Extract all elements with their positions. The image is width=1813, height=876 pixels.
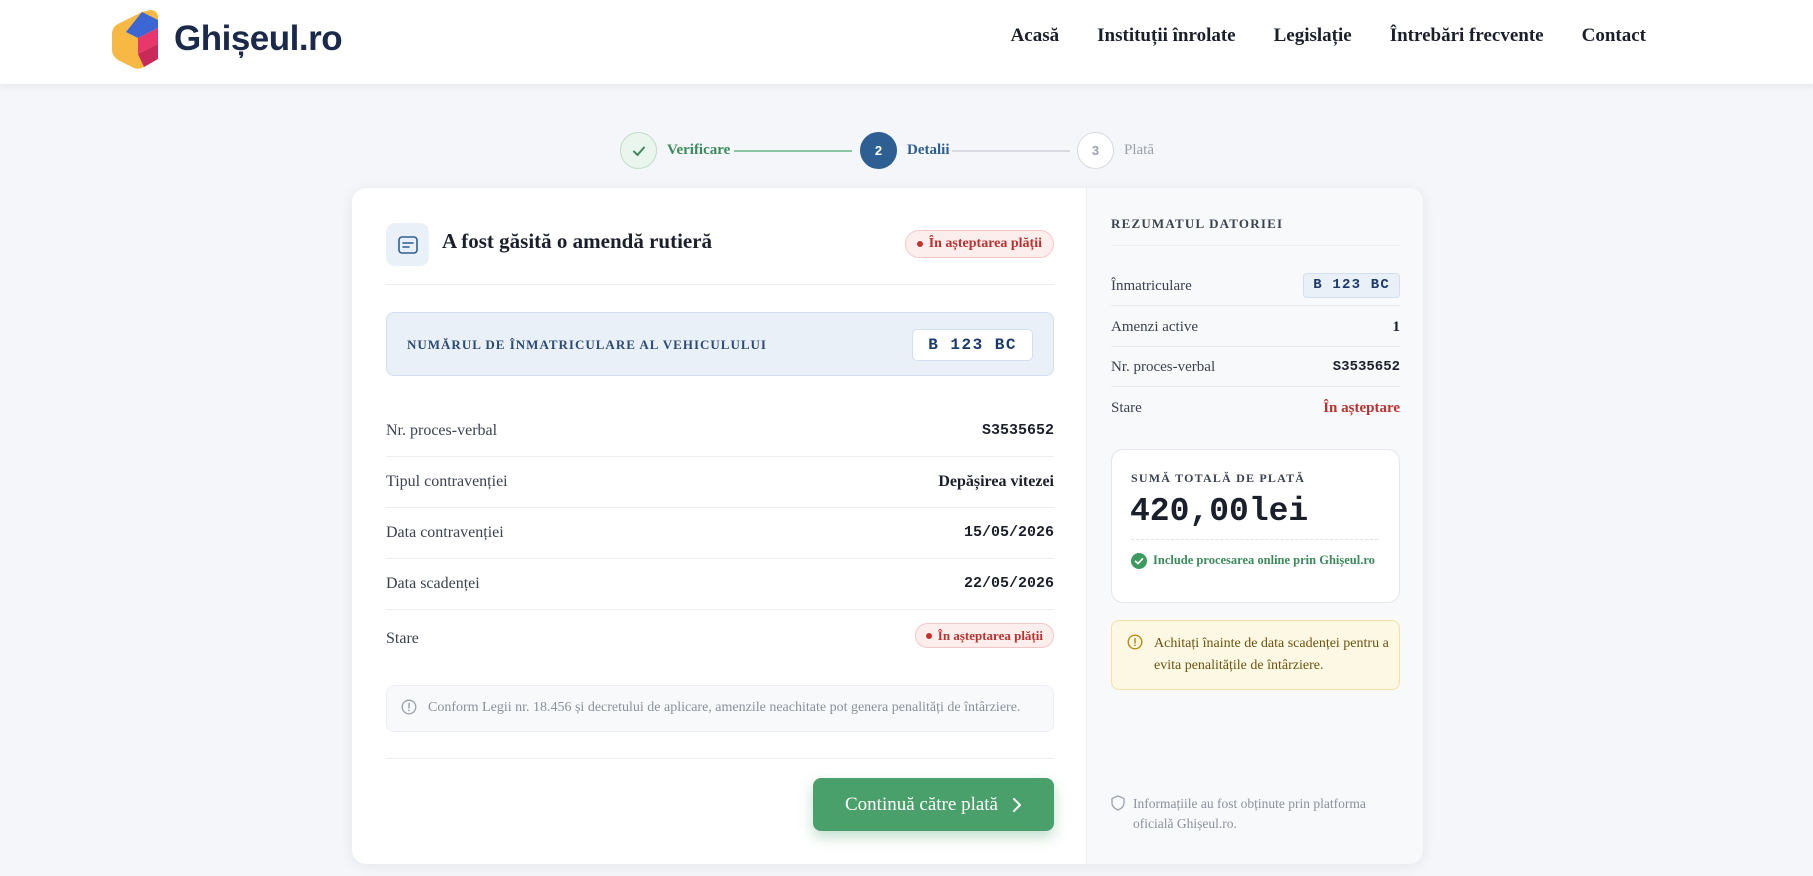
check-circle-icon bbox=[1131, 553, 1147, 569]
continue-to-payment-button[interactable]: Continuă către plată bbox=[813, 778, 1054, 831]
status-badge-text: În așteptarea plății bbox=[928, 236, 1042, 251]
detail-row-offense-type: Tipul contravenției Depășirea vitezei bbox=[386, 457, 1054, 508]
plate-label: NUMĂRUL DE ÎNMATRICULARE AL VEHICULULUI bbox=[407, 337, 767, 352]
source-note: Informațiile au fost obținute prin platf… bbox=[1111, 794, 1401, 834]
summary-value: 1 bbox=[1392, 319, 1401, 335]
step-done-circle bbox=[620, 132, 657, 169]
chevron-right-icon bbox=[1013, 797, 1021, 812]
step-label-details: Detalii bbox=[907, 142, 950, 158]
step-connector-todo bbox=[952, 150, 1070, 152]
detail-label: Data scadenței bbox=[386, 575, 480, 592]
summary-value: S3535652 bbox=[1332, 359, 1400, 375]
fine-card: A fost găsită o amendă rutieră În aștept… bbox=[352, 188, 1423, 864]
summary-label: Stare bbox=[1111, 400, 1142, 416]
summary-row-active-fines: Amenzi active 1 bbox=[1111, 307, 1400, 347]
summary-plate: B 123 BC bbox=[1303, 273, 1400, 298]
summary-label: Amenzi active bbox=[1111, 319, 1199, 335]
step-number-2: 2 bbox=[860, 132, 897, 169]
detail-value: Depășirea vitezei bbox=[938, 473, 1054, 490]
detail-label: Stare bbox=[386, 630, 419, 647]
summary-row-status: Stare În așteptare bbox=[1111, 388, 1400, 428]
status-dot-icon bbox=[916, 241, 923, 247]
detail-row-status: Stare În așteptarea plății bbox=[386, 610, 1054, 661]
summary-row-plate: Înmatriculare B 123 BC bbox=[1111, 266, 1400, 306]
legal-note-text: Conform Legii nr. 18.456 și decretului d… bbox=[428, 700, 1021, 715]
step-number-3: 3 bbox=[1077, 132, 1114, 169]
detail-value: 15/05/2026 bbox=[963, 524, 1054, 541]
total-note: Include procesarea online prin Ghișeul.r… bbox=[1131, 552, 1381, 569]
footer-divider bbox=[386, 758, 1054, 759]
step-details: 2 Detalii bbox=[860, 132, 950, 169]
step-payment: 3 Plată bbox=[1077, 132, 1154, 169]
legal-note: Conform Legii nr. 18.456 și decretului d… bbox=[386, 685, 1054, 732]
detail-label: Tipul contravenției bbox=[386, 473, 508, 490]
title-divider bbox=[386, 284, 1054, 285]
summary-label: Nr. proces-verbal bbox=[1111, 359, 1216, 375]
total-amount-box: SUMĂ TOTALĂ DE PLATĂ 420,00lei Include p… bbox=[1111, 449, 1400, 603]
detail-row-report-number: Nr. proces-verbal S3535652 bbox=[386, 406, 1054, 457]
total-label: SUMĂ TOTALĂ DE PLATĂ bbox=[1131, 471, 1306, 485]
nav-institutions[interactable]: Instituții înrolate bbox=[1097, 25, 1235, 47]
plate-box: NUMĂRUL DE ÎNMATRICULARE AL VEHICULULUI … bbox=[386, 312, 1054, 376]
continue-button-label: Continuă către plată bbox=[845, 793, 998, 815]
nav-legislation[interactable]: Legislație bbox=[1274, 25, 1352, 47]
info-icon bbox=[401, 699, 417, 715]
status-badge-text: În așteptarea plății bbox=[937, 627, 1043, 643]
warning-text: Achitați înainte de data scadenței pentr… bbox=[1154, 636, 1389, 673]
detail-value: 22/05/2026 bbox=[963, 575, 1054, 592]
summary-divider bbox=[1111, 245, 1400, 246]
site-header: Ghișeul.ro Acasă Instituții înrolate Leg… bbox=[0, 0, 1813, 84]
ghiseul-logo-icon bbox=[112, 10, 158, 69]
warning-icon bbox=[1127, 634, 1143, 650]
logo[interactable]: Ghișeul.ro bbox=[108, 8, 343, 70]
main-nav: Acasă Instituții înrolate Legislație Înt… bbox=[1011, 25, 1646, 47]
summary-status-value: În așteptare bbox=[1323, 400, 1400, 416]
summary-label: Înmatriculare bbox=[1111, 278, 1192, 294]
due-date-warning: Achitați înainte de data scadenței pentr… bbox=[1111, 620, 1400, 690]
check-icon bbox=[632, 146, 645, 156]
summary-title: REZUMATUL DATORIEI bbox=[1111, 216, 1284, 231]
detail-value: S3535652 bbox=[981, 422, 1054, 439]
step-label-verification: Verificare bbox=[667, 142, 731, 158]
total-note-text: Include procesarea online prin Ghișeul.r… bbox=[1153, 553, 1375, 567]
progress-stepper: Verificare 2 Detalii 3 Plată bbox=[620, 132, 1160, 170]
fine-title-row: A fost găsită o amendă rutieră În aștept… bbox=[386, 223, 1054, 266]
nav-contact[interactable]: Contact bbox=[1582, 25, 1646, 47]
plate-number: B 123 BC bbox=[912, 329, 1033, 361]
total-separator bbox=[1131, 539, 1378, 540]
step-label-payment: Plată bbox=[1124, 142, 1154, 158]
nav-home[interactable]: Acasă bbox=[1011, 25, 1060, 47]
status-dot-icon bbox=[925, 632, 932, 639]
detail-row-due-date: Data scadenței 22/05/2026 bbox=[386, 559, 1054, 610]
document-icon bbox=[386, 223, 429, 266]
step-verification: Verificare bbox=[620, 132, 730, 169]
nav-faq[interactable]: Întrebări frecvente bbox=[1390, 25, 1544, 47]
fine-title: A fost găsită o amendă rutieră bbox=[442, 229, 713, 253]
logo-text: Ghișeul.ro bbox=[174, 19, 343, 58]
status-badge-small: În așteptarea plății bbox=[914, 623, 1054, 648]
source-note-text: Informațiile au fost obținute prin platf… bbox=[1133, 796, 1366, 831]
step-connector-done bbox=[734, 150, 852, 152]
shield-icon bbox=[1111, 795, 1125, 811]
fine-details-panel: A fost găsită o amendă rutieră În aștept… bbox=[352, 188, 1086, 864]
debt-summary-panel: REZUMATUL DATORIEI Înmatriculare B 123 B… bbox=[1086, 188, 1423, 864]
summary-row-report-number: Nr. proces-verbal S3535652 bbox=[1111, 347, 1400, 387]
detail-label: Nr. proces-verbal bbox=[386, 422, 498, 439]
total-amount: 420,00lei bbox=[1130, 493, 1309, 530]
detail-row-offense-date: Data contravenției 15/05/2026 bbox=[386, 508, 1054, 559]
status-badge: În așteptarea plății bbox=[904, 230, 1054, 258]
detail-label: Data contravenției bbox=[386, 524, 504, 541]
